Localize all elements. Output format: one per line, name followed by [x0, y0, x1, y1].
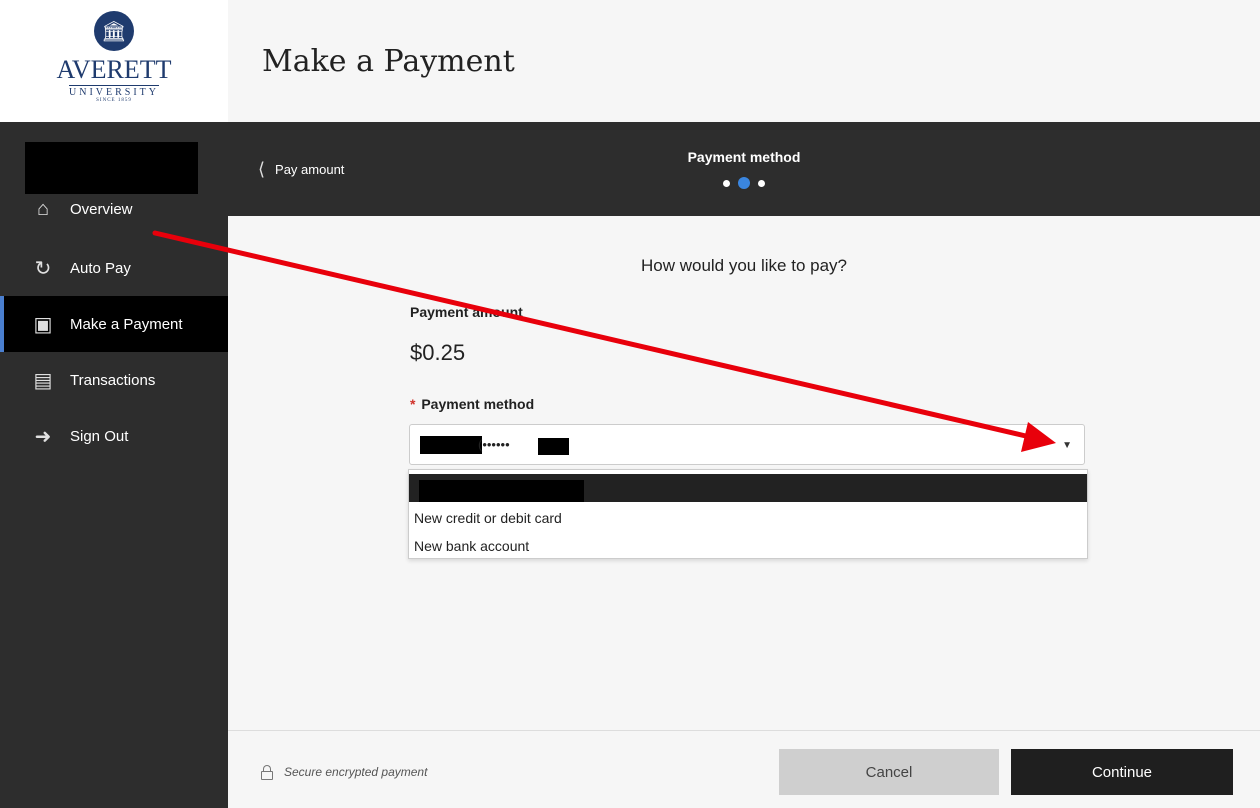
sidebar-item-transactions[interactable]: ▤ Transactions [0, 352, 228, 408]
step-dot [758, 179, 765, 187]
footer: Secure encrypted payment Cancel Continue [228, 730, 1260, 808]
sidebar-item-auto-pay[interactable]: ↻ Auto Pay [0, 240, 228, 296]
dropdown-option-saved-method[interactable] [409, 474, 1087, 502]
sidebar-item-label: Sign Out [70, 427, 129, 445]
payment-method-label: * Payment method [410, 396, 534, 412]
continue-button[interactable]: Continue [1011, 749, 1233, 795]
autopay-icon: ↻ [34, 257, 52, 280]
cancel-button[interactable]: Cancel [779, 749, 999, 795]
required-mark: * [410, 396, 416, 412]
redacted-option [419, 480, 584, 502]
step-title: Payment method [687, 149, 801, 165]
logo-since: SINCE 1859 [96, 98, 132, 103]
payment-method-select[interactable]: (•••••• ▼ [409, 424, 1085, 465]
register-icon: ▣ [33, 313, 53, 336]
caret-down-icon: ▼ [1062, 440, 1072, 451]
secure-text: Secure encrypted payment [284, 765, 428, 779]
sidebar-item-label: Auto Pay [70, 259, 131, 277]
payment-amount-value: $0.25 [410, 340, 466, 365]
building-icon: 🏛 [94, 11, 134, 51]
step-indicator [228, 177, 1260, 189]
step-dot [723, 179, 730, 187]
step-dot-current [738, 177, 750, 189]
receipt-icon: ▤ [33, 369, 53, 392]
app-root: 🏛 AVERETT UNIVERSITY SINCE 1859 ⌂ Overvi… [0, 0, 1260, 808]
sidebar-item-label: Make a Payment [70, 315, 183, 333]
selected-method-mask: (•••••• [478, 437, 510, 452]
home-icon: ⌂ [36, 197, 50, 220]
payment-method-dropdown: New credit or debit card New bank accoun… [408, 469, 1088, 559]
logo-subtitle: UNIVERSITY [69, 85, 159, 98]
question-heading: How would you like to pay? [640, 256, 847, 275]
main-content: How would you like to pay? Payment amoun… [228, 216, 1260, 730]
dropdown-option-new-card[interactable]: New credit or debit card [409, 504, 1087, 532]
dropdown-option-new-bank[interactable]: New bank account [409, 532, 1087, 560]
sign-out-icon: ➜ [34, 425, 52, 448]
sidebar-item-label: Transactions [70, 371, 156, 389]
sidebar-item-make-a-payment[interactable]: ▣ Make a Payment [0, 296, 228, 352]
redacted-method-name [420, 436, 482, 454]
payment-amount-label: Payment amount [410, 304, 523, 320]
logo-name: AVERETT [56, 55, 172, 84]
sidebar-item-overview[interactable]: ⌂ Overview [0, 181, 228, 237]
step-bar: ⟨ Pay amount Payment method [228, 122, 1260, 216]
redacted-method-digits [538, 438, 569, 455]
secure-payment-note: Secure encrypted payment [260, 765, 428, 780]
sidebar-item-sign-out[interactable]: ➜ Sign Out [0, 408, 228, 464]
page-header: Make a Payment [228, 0, 1260, 122]
university-logo[interactable]: 🏛 AVERETT UNIVERSITY SINCE 1859 [0, 0, 228, 122]
page-title: Make a Payment [262, 44, 515, 79]
payment-method-label-text: Payment method [421, 396, 535, 412]
lock-icon [260, 765, 274, 780]
sidebar-item-label: Overview [70, 200, 133, 218]
